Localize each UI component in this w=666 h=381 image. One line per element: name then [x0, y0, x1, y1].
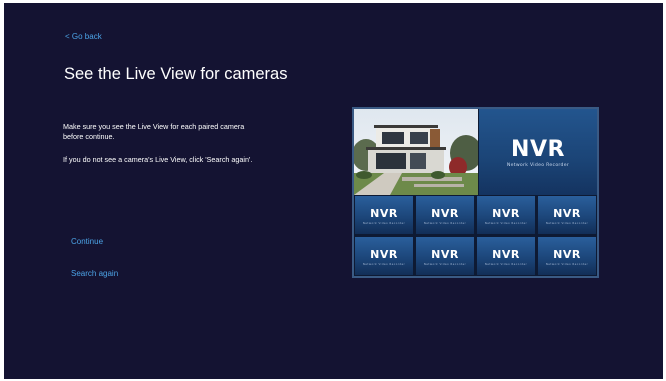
- page-title: See the Live View for cameras: [64, 65, 288, 83]
- camera-tile[interactable]: NVR Network Video Recorder: [476, 195, 536, 235]
- tile-logo-subtitle: Network Video Recorder: [423, 263, 467, 266]
- search-again-button[interactable]: Search again: [71, 269, 118, 278]
- tile-logo: NVR: [492, 207, 520, 220]
- camera-tile[interactable]: NVR Network Video Recorder: [537, 195, 597, 235]
- tile-logo-subtitle: Network Video Recorder: [423, 222, 467, 225]
- continue-button[interactable]: Continue: [71, 237, 103, 246]
- house-camera-image: [354, 109, 478, 195]
- tile-logo-subtitle: Network Video Recorder: [545, 222, 589, 225]
- instruction-text: Make sure you see the Live View for each…: [63, 122, 245, 141]
- camera-tile[interactable]: NVR Network Video Recorder: [476, 236, 536, 276]
- camera-tile[interactable]: NVR Network Video Recorder: [354, 195, 414, 235]
- tile-logo: NVR: [553, 248, 581, 261]
- tile-logo-subtitle: Network Video Recorder: [362, 263, 406, 266]
- camera-tile[interactable]: NVR Network Video Recorder: [415, 236, 475, 276]
- tile-logo: NVR: [431, 248, 459, 261]
- nvr-logo-subtitle: Network Video Recorder: [506, 163, 570, 168]
- camera-feed-logo[interactable]: NVR Network Video Recorder: [478, 109, 597, 195]
- tile-logo-subtitle: Network Video Recorder: [484, 263, 528, 266]
- tile-logo-subtitle: Network Video Recorder: [484, 222, 528, 225]
- search-hint-text: If you do not see a camera's Live View, …: [63, 155, 253, 164]
- setup-screen: < Go back See the Live View for cameras …: [4, 3, 663, 379]
- camera-feed-main[interactable]: [354, 109, 478, 195]
- tile-logo: NVR: [370, 207, 398, 220]
- camera-tile[interactable]: NVR Network Video Recorder: [354, 236, 414, 276]
- tile-logo: NVR: [553, 207, 581, 220]
- camera-tile[interactable]: NVR Network Video Recorder: [537, 236, 597, 276]
- tile-logo: NVR: [492, 248, 520, 261]
- tile-logo: NVR: [431, 207, 459, 220]
- nvr-logo: NVR: [511, 137, 565, 162]
- live-view-grid: NVR Network Video Recorder NVR Network V…: [352, 107, 599, 278]
- camera-tile[interactable]: NVR Network Video Recorder: [415, 195, 475, 235]
- tile-logo: NVR: [370, 248, 398, 261]
- tile-logo-subtitle: Network Video Recorder: [362, 222, 406, 225]
- go-back-link[interactable]: < Go back: [65, 32, 102, 41]
- tile-logo-subtitle: Network Video Recorder: [545, 263, 589, 266]
